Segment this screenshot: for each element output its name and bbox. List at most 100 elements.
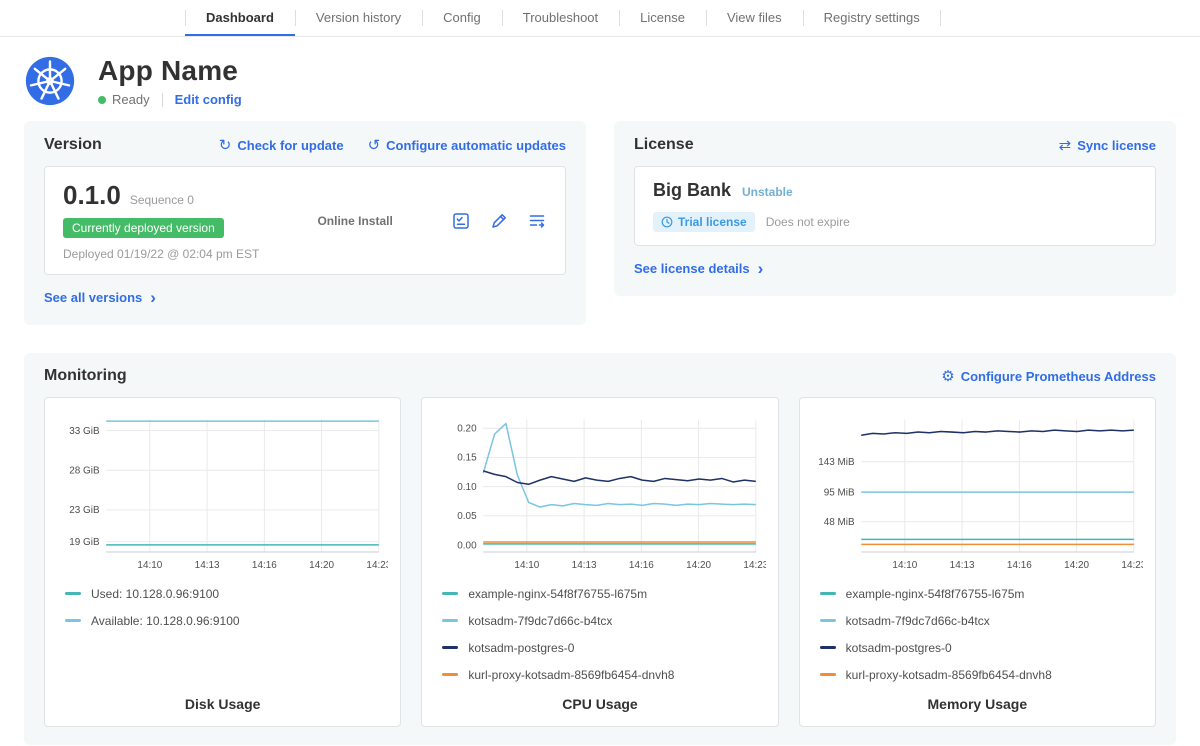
svg-text:14:20: 14:20 — [687, 560, 712, 571]
legend-item: kurl-proxy-kotsadm-8569fb6454-dnvh8 — [820, 668, 1143, 682]
edit-config-icon[interactable] — [489, 211, 509, 231]
trial-license-badge: Trial license — [653, 212, 755, 232]
cpu-usage-chart: 0.000.050.100.150.2014:1014:1314:1614:20… — [434, 410, 765, 579]
sync-icon: ⇄ — [1059, 138, 1072, 153]
see-license-details-link[interactable]: See license details › — [634, 260, 763, 277]
legend-label: kotsadm-7f9dc7d66c-b4tcx — [846, 614, 990, 628]
svg-text:48 MiB: 48 MiB — [823, 517, 854, 528]
deployed-badge: Currently deployed version — [63, 218, 224, 238]
version-info: 0.1.0 Sequence 0 Currently deployed vers… — [63, 180, 259, 261]
legend-swatch — [442, 673, 458, 676]
monitoring-heading: Monitoring — [44, 367, 127, 385]
svg-text:14:10: 14:10 — [892, 560, 917, 571]
app-status: Ready — [112, 92, 150, 107]
legend-item: kotsadm-postgres-0 — [820, 641, 1143, 655]
legend-swatch — [442, 619, 458, 622]
legend-item: Available: 10.128.0.96:9100 — [65, 614, 388, 628]
cpu-usage-panel: 0.000.050.100.150.2014:1014:1314:1614:20… — [421, 397, 778, 727]
deployed-timestamp: Deployed 01/19/22 @ 02:04 pm EST — [63, 247, 259, 261]
chart-title: CPU Usage — [434, 682, 765, 712]
configure-automatic-updates-button[interactable]: ↺ Configure automatic updates — [368, 138, 566, 153]
legend-swatch — [820, 646, 836, 649]
svg-text:14:16: 14:16 — [1007, 560, 1032, 571]
tab-config[interactable]: Config — [422, 0, 502, 36]
legend-item: example-nginx-54f8f76755-l675m — [820, 587, 1143, 601]
disk-usage-chart: 19 GiB23 GiB28 GiB33 GiB14:1014:1314:161… — [57, 410, 388, 579]
svg-text:0.00: 0.00 — [458, 540, 478, 551]
license-card: License ⇄ Sync license Big Bank Unstable… — [614, 121, 1176, 296]
install-type-label: Online Install — [259, 214, 451, 228]
svg-text:33 GiB: 33 GiB — [69, 426, 100, 437]
legend-label: kurl-proxy-kotsadm-8569fb6454-dnvh8 — [846, 668, 1052, 682]
tab-view-files[interactable]: View files — [706, 0, 803, 36]
svg-text:143 MiB: 143 MiB — [818, 457, 855, 468]
check-for-update-button[interactable]: ↻ Check for update — [219, 138, 344, 153]
chart-title: Disk Usage — [57, 682, 388, 712]
sync-license-button[interactable]: ⇄ Sync license — [1059, 138, 1156, 153]
legend-item: example-nginx-54f8f76755-l675m — [442, 587, 765, 601]
legend-swatch — [820, 619, 836, 622]
memory-usage-panel: 48 MiB95 MiB143 MiB14:1014:1314:1614:201… — [799, 397, 1156, 727]
license-assignee: Big Bank — [653, 180, 731, 201]
see-all-versions-label: See all versions — [44, 290, 142, 305]
see-license-details-label: See license details — [634, 261, 750, 276]
edit-config-link[interactable]: Edit config — [175, 92, 242, 107]
svg-text:14:13: 14:13 — [949, 560, 974, 571]
preflight-checks-icon[interactable] — [451, 211, 471, 231]
see-all-versions-link[interactable]: See all versions › — [44, 289, 156, 306]
disk-usage-legend: Used: 10.128.0.96:9100Available: 10.128.… — [57, 587, 388, 628]
legend-item: kurl-proxy-kotsadm-8569fb6454-dnvh8 — [442, 668, 765, 682]
svg-text:14:23: 14:23 — [744, 560, 766, 571]
legend-swatch — [442, 592, 458, 595]
legend-item: kotsadm-postgres-0 — [442, 641, 765, 655]
legend-item: kotsadm-7f9dc7d66c-b4tcx — [820, 614, 1143, 628]
cpu-usage-legend: example-nginx-54f8f76755-l675m kotsadm-7f… — [434, 587, 765, 682]
refresh-icon: ↻ — [219, 138, 232, 153]
legend-swatch — [820, 592, 836, 595]
tab-version-history[interactable]: Version history — [295, 0, 422, 36]
status-dot — [98, 96, 106, 104]
configure-prometheus-link[interactable]: ⚙ Configure Prometheus Address — [941, 369, 1156, 384]
license-expiry: Does not expire — [766, 215, 850, 229]
app-header: App Name Ready Edit config — [0, 37, 1200, 121]
svg-text:14:20: 14:20 — [309, 560, 334, 571]
check-for-update-label: Check for update — [237, 138, 343, 153]
legend-label: example-nginx-54f8f76755-l675m — [846, 587, 1025, 601]
version-card: Version ↻ Check for update ↺ Configure a… — [24, 121, 586, 325]
legend-label: Available: 10.128.0.96:9100 — [91, 614, 240, 628]
sync-license-label: Sync license — [1077, 138, 1156, 153]
license-channel: Unstable — [742, 185, 793, 199]
chevron-right-icon: › — [150, 289, 156, 306]
svg-text:28 GiB: 28 GiB — [69, 466, 100, 477]
svg-text:14:23: 14:23 — [1121, 560, 1143, 571]
release-notes-icon[interactable] — [527, 211, 547, 231]
svg-text:23 GiB: 23 GiB — [69, 505, 100, 516]
current-version-box: 0.1.0 Sequence 0 Currently deployed vers… — [44, 166, 566, 275]
legend-label: kurl-proxy-kotsadm-8569fb6454-dnvh8 — [468, 668, 674, 682]
legend-swatch — [442, 646, 458, 649]
license-heading: License — [634, 136, 694, 154]
tab-dashboard[interactable]: Dashboard — [185, 0, 295, 36]
tab-license[interactable]: License — [619, 0, 706, 36]
tab-troubleshoot[interactable]: Troubleshoot — [502, 0, 619, 36]
sequence-label: Sequence 0 — [130, 193, 194, 207]
app-title-block: App Name Ready Edit config — [98, 55, 242, 107]
svg-text:19 GiB: 19 GiB — [69, 537, 100, 548]
disk-usage-panel: 19 GiB23 GiB28 GiB33 GiB14:1014:1314:161… — [44, 397, 401, 727]
clock-icon — [661, 216, 673, 228]
chevron-right-icon: › — [758, 260, 764, 277]
monitoring-section: Monitoring ⚙ Configure Prometheus Addres… — [24, 353, 1176, 745]
legend-label: kotsadm-7f9dc7d66c-b4tcx — [468, 614, 612, 628]
charts-row: 19 GiB 23 GiB 28 GiB 33 GiB 14:10 14:13 14:16 1… — [44, 397, 1156, 727]
svg-text:14:20: 14:20 — [1064, 560, 1089, 571]
svg-text:0.05: 0.05 — [458, 511, 478, 522]
trial-license-label: Trial license — [678, 215, 747, 229]
svg-text:0.10: 0.10 — [458, 482, 478, 493]
svg-text:14:13: 14:13 — [195, 560, 220, 571]
app-title: App Name — [98, 55, 242, 87]
chart-title: Memory Usage — [812, 682, 1143, 712]
svg-text:14:23: 14:23 — [366, 560, 388, 571]
tab-registry-settings[interactable]: Registry settings — [803, 0, 941, 36]
svg-text:0.15: 0.15 — [458, 453, 478, 464]
nav-tabs: DashboardVersion historyConfigTroublesho… — [185, 0, 941, 36]
